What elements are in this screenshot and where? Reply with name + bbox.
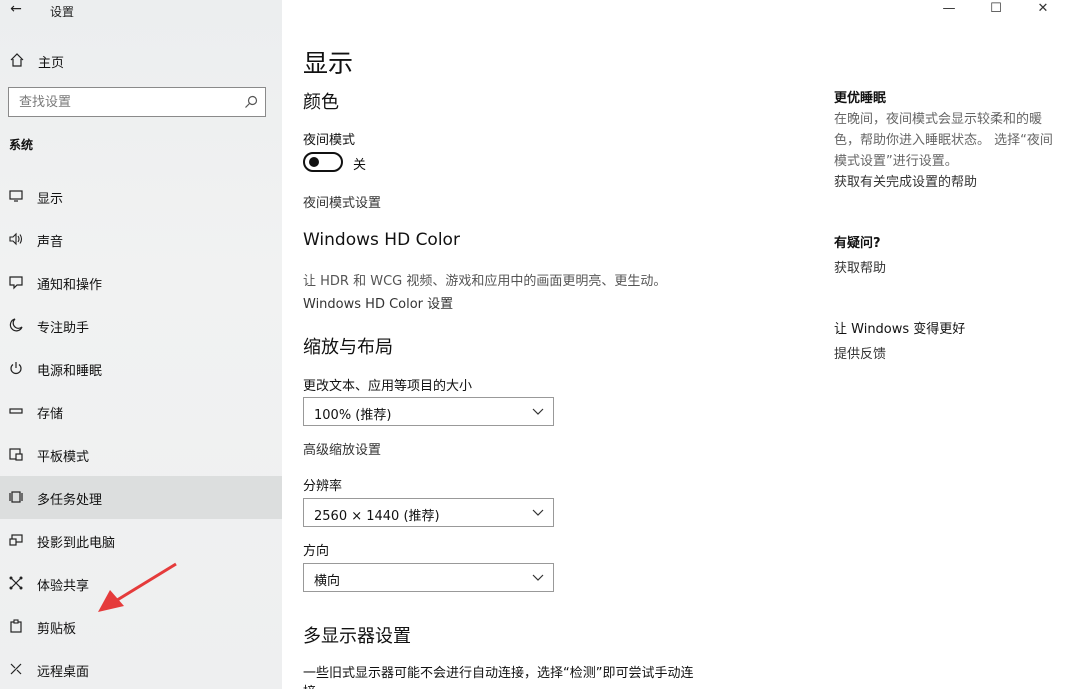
window-controls: — ☐ ✕ bbox=[929, 0, 1069, 22]
chevron-down-icon bbox=[532, 408, 544, 415]
chevron-down-icon bbox=[532, 574, 544, 581]
search-input[interactable] bbox=[9, 88, 229, 116]
sleep-title: 更优睡眠 bbox=[834, 91, 887, 106]
sidebar-item-label: 平板模式 bbox=[37, 450, 90, 465]
chevron-down-icon bbox=[532, 509, 544, 516]
sidebar-item-project[interactable]: 投影到此电脑 bbox=[0, 519, 282, 562]
notification-icon bbox=[9, 276, 23, 290]
project-icon bbox=[9, 534, 23, 546]
page-title: 显示 bbox=[303, 49, 354, 78]
toggle-knob bbox=[309, 157, 319, 167]
sidebar-item-label: 主页 bbox=[38, 56, 65, 71]
moon-icon bbox=[9, 318, 23, 332]
sidebar-item-label: 剪贴板 bbox=[37, 622, 77, 637]
scale-value: 100% (推荐) bbox=[314, 408, 392, 423]
sidebar-item-notifications[interactable]: 通知和操作 bbox=[0, 261, 282, 304]
orientation-dropdown[interactable]: 横向 bbox=[303, 563, 554, 592]
sidebar-item-sound[interactable]: 声音 bbox=[0, 218, 282, 261]
feedback-link[interactable]: 提供反馈 bbox=[834, 343, 886, 362]
home-icon bbox=[10, 53, 24, 67]
improve-title: 让 Windows 变得更好 bbox=[834, 322, 966, 337]
sidebar-item-label: 体验共享 bbox=[37, 579, 90, 594]
sidebar-item-home[interactable]: 主页 bbox=[0, 48, 282, 74]
sidebar-item-label: 远程桌面 bbox=[37, 665, 90, 680]
sidebar-item-label: 专注助手 bbox=[37, 321, 90, 336]
share-icon bbox=[9, 576, 23, 590]
sidebar-item-multitasking[interactable]: 多任务处理 bbox=[0, 476, 282, 519]
section-heading-color: 颜色 bbox=[303, 92, 339, 113]
close-button[interactable]: ✕ bbox=[1023, 0, 1063, 20]
power-icon bbox=[10, 362, 22, 375]
multi-display-description: 一些旧式显示器可能不会进行自动连接，选择“检测”即可尝试手动连 bbox=[303, 666, 694, 681]
multitask-icon bbox=[9, 491, 23, 503]
sidebar-item-label: 投影到此电脑 bbox=[37, 536, 116, 551]
maximize-button[interactable]: ☐ bbox=[976, 0, 1016, 20]
sidebar-item-remote-desktop[interactable]: 远程桌面 bbox=[0, 648, 282, 689]
speaker-icon bbox=[9, 232, 23, 246]
orientation-value: 横向 bbox=[314, 574, 341, 589]
night-mode-state: 关 bbox=[353, 158, 367, 173]
hdr-description: 让 HDR 和 WCG 视频、游戏和应用中的画面更明亮、更生动。 bbox=[303, 274, 667, 289]
sleep-text: 在晚间，夜间模式会显示较柔和的暖色，帮助你进入睡眠状态。 选择“夜间模式设置”进… bbox=[834, 112, 1053, 169]
size-label: 更改文本、应用等项目的大小 bbox=[303, 379, 473, 394]
section-heading-multi-display: 多显示器设置 bbox=[303, 626, 411, 647]
resolution-dropdown[interactable]: 2560 × 1440 (推荐) bbox=[303, 498, 554, 527]
scale-dropdown[interactable]: 100% (推荐) bbox=[303, 397, 554, 426]
sidebar-item-focus-assist[interactable]: 专注助手 bbox=[0, 304, 282, 347]
clipboard-icon bbox=[10, 619, 22, 633]
sidebar-item-label: 存储 bbox=[37, 407, 64, 422]
title-bar: ← 设置 bbox=[0, 0, 282, 22]
section-heading-hdr: Windows HD Color bbox=[303, 230, 460, 250]
resolution-value: 2560 × 1440 (推荐) bbox=[314, 509, 440, 524]
advanced-scaling-link[interactable]: 高级缩放设置 bbox=[303, 439, 381, 458]
night-mode-label: 夜间模式 bbox=[303, 133, 356, 148]
sidebar-item-label: 显示 bbox=[37, 192, 64, 207]
app-title: 设置 bbox=[50, 5, 75, 19]
sidebar-item-label: 电源和睡眠 bbox=[37, 364, 103, 379]
night-mode-toggle[interactable] bbox=[303, 152, 343, 172]
section-label: 系统 bbox=[9, 138, 34, 152]
get-help-link[interactable]: 获取帮助 bbox=[834, 257, 886, 276]
hdr-settings-link[interactable]: Windows HD Color 设置 bbox=[303, 293, 453, 312]
sidebar: ← 设置 主页 系统 显示 声音 通知和操作 专注助手 电源和睡眠 存储 bbox=[0, 0, 282, 689]
resolution-label: 分辨率 bbox=[303, 479, 343, 494]
main-content: — ☐ ✕ 显示 颜色 夜间模式 关 夜间模式设置 Windows HD Col… bbox=[282, 0, 1069, 689]
back-button[interactable]: ← bbox=[6, 0, 26, 20]
sleep-help-link[interactable]: 获取有关完成设置的帮助 bbox=[834, 171, 977, 190]
annotation-arrow-icon bbox=[98, 562, 177, 612]
night-mode-settings-link[interactable]: 夜间模式设置 bbox=[303, 192, 381, 211]
sidebar-item-display[interactable]: 显示 bbox=[0, 175, 282, 218]
search-box bbox=[8, 87, 266, 117]
sidebar-item-label: 声音 bbox=[37, 235, 64, 250]
sidebar-item-storage[interactable]: 存储 bbox=[0, 390, 282, 433]
multi-display-description-cont: 接。 bbox=[303, 681, 329, 689]
search-icon[interactable] bbox=[243, 94, 259, 110]
section-heading-scale: 缩放与布局 bbox=[303, 337, 393, 358]
orientation-label: 方向 bbox=[303, 544, 330, 559]
sidebar-item-tablet-mode[interactable]: 平板模式 bbox=[0, 433, 282, 476]
tablet-icon bbox=[9, 448, 23, 461]
remote-icon bbox=[10, 663, 22, 675]
question-title: 有疑问? bbox=[834, 236, 881, 251]
sidebar-item-label: 通知和操作 bbox=[37, 278, 103, 293]
sidebar-item-power-sleep[interactable]: 电源和睡眠 bbox=[0, 347, 282, 390]
sidebar-item-label: 多任务处理 bbox=[37, 493, 103, 508]
storage-icon bbox=[9, 408, 23, 414]
monitor-icon bbox=[9, 190, 23, 202]
minimize-button[interactable]: — bbox=[929, 0, 969, 20]
